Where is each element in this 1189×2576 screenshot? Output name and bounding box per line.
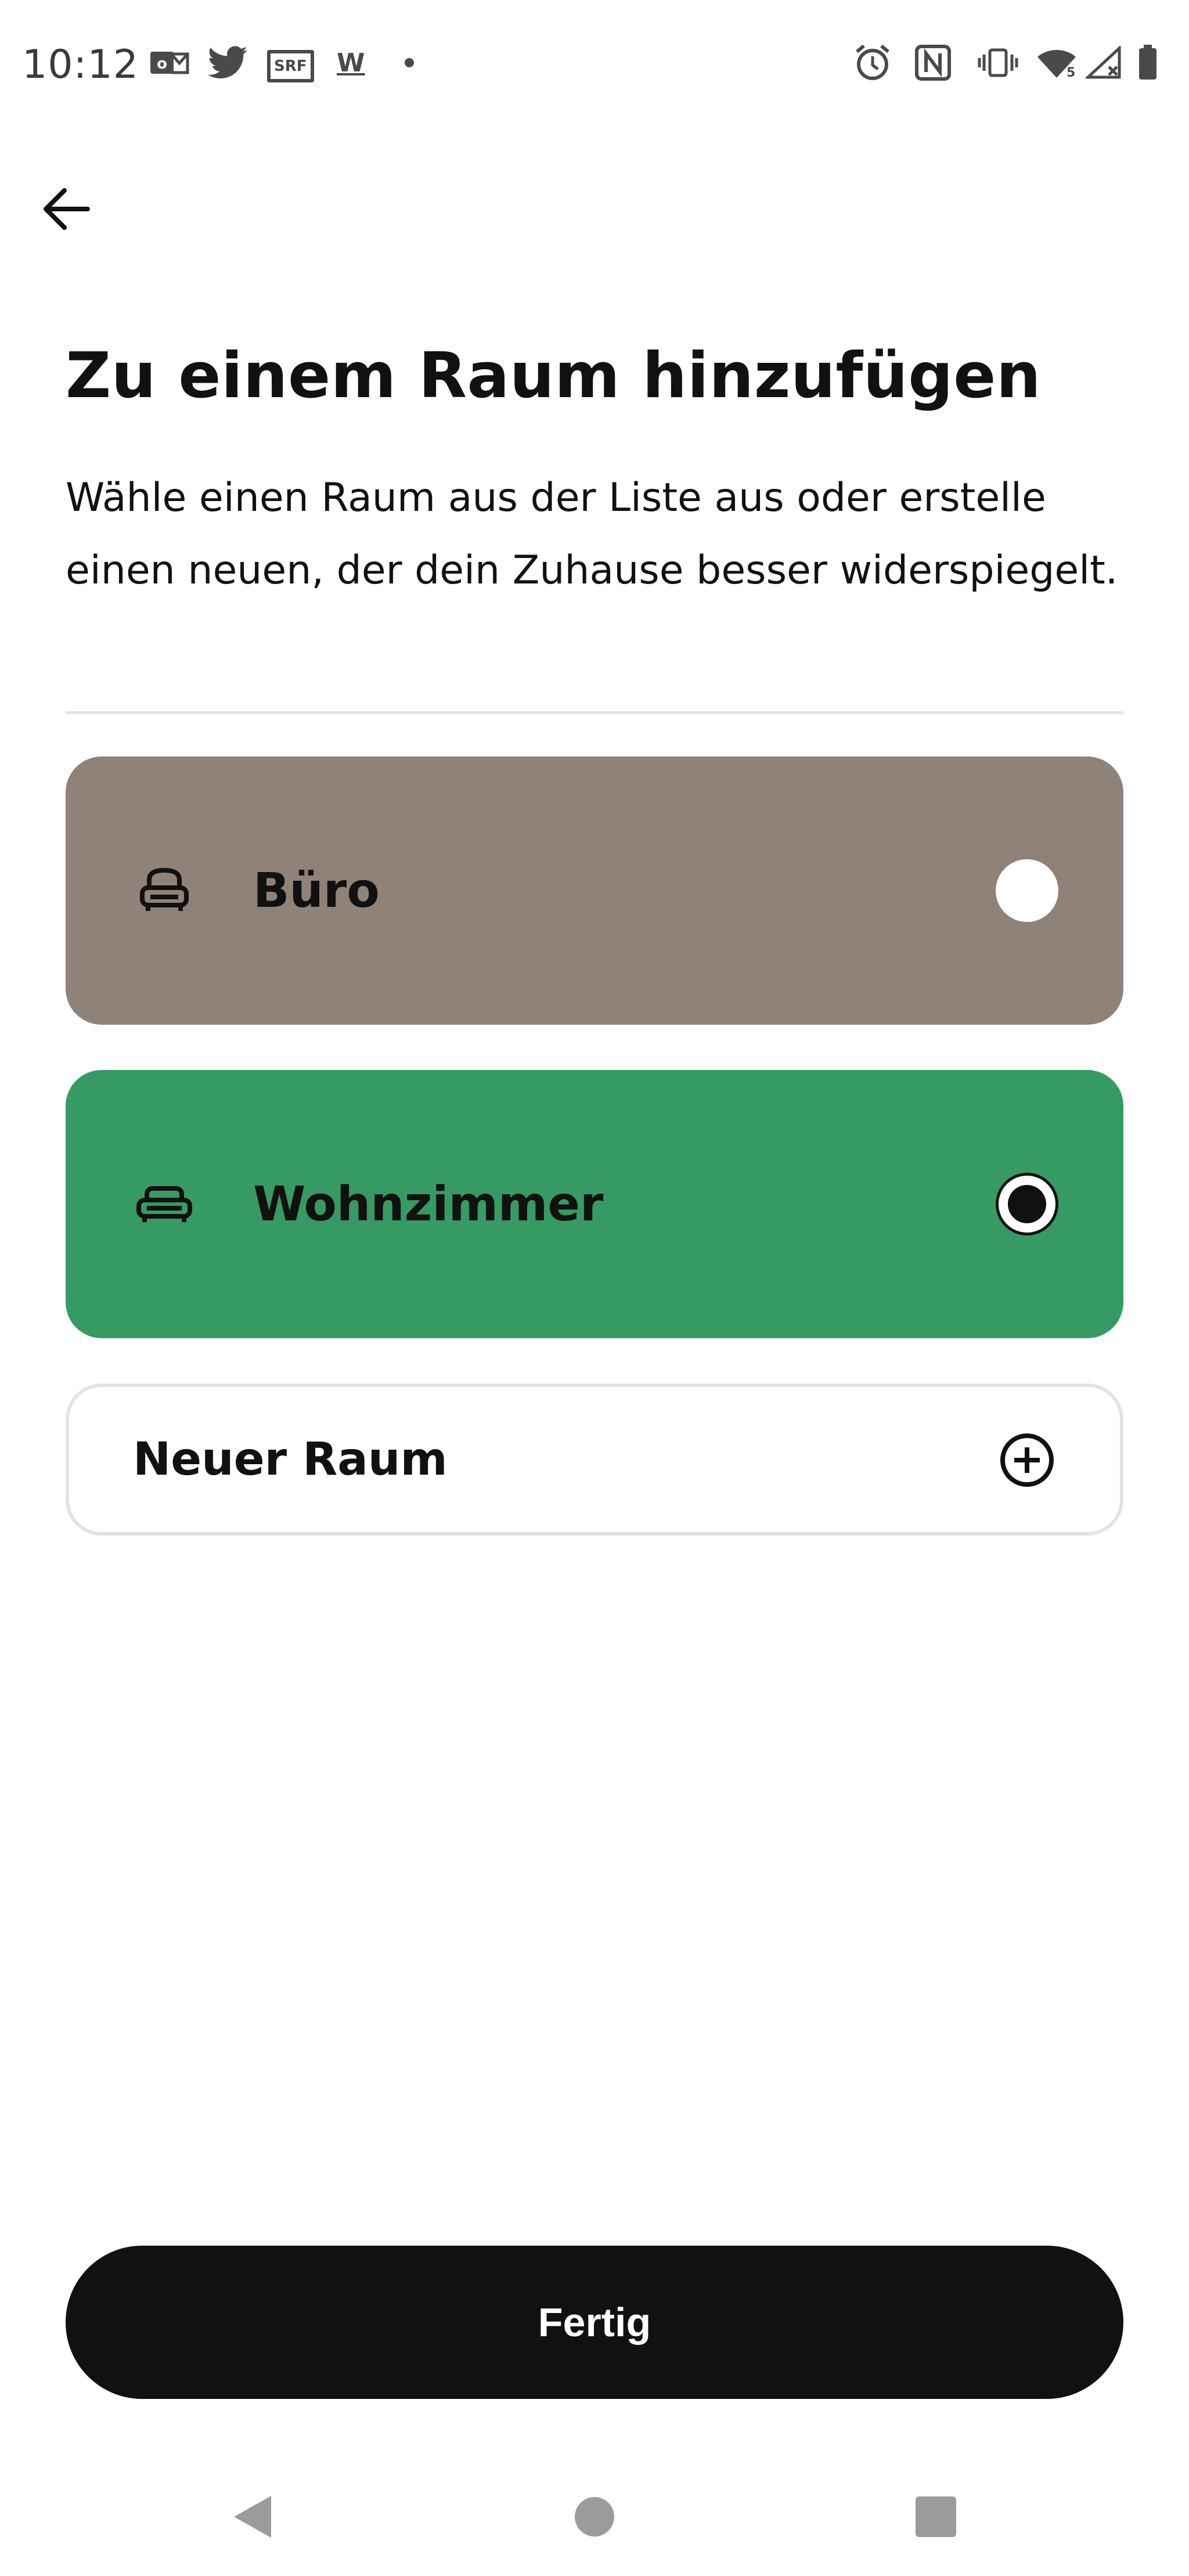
home-circle-icon[interactable]	[563, 2485, 626, 2549]
page-description: Wähle einen Raum aus der Liste aus oder …	[66, 475, 1118, 593]
room-option-wohnzimmer[interactable]: Wohnzimmer	[66, 1070, 1123, 1338]
radio-unselected[interactable]	[996, 859, 1058, 922]
status-bar: 10:12 o SRF W 5	[0, 0, 1189, 134]
sofa-icon	[136, 1186, 192, 1222]
nfc-icon	[914, 45, 952, 81]
plus-circle-icon	[1000, 1433, 1054, 1487]
room-label-buero: Büro	[253, 863, 380, 918]
armchair-icon	[140, 867, 189, 911]
svg-text:5: 5	[1067, 66, 1075, 79]
status-time: 10:12	[22, 42, 139, 88]
room-label-wohnzimmer: Wohnzimmer	[253, 1176, 604, 1232]
system-nav-bar	[0, 2456, 1189, 2576]
srf-icon: SRF	[267, 50, 314, 82]
dot-icon	[403, 45, 415, 80]
recents-square-icon[interactable]	[904, 2485, 968, 2549]
svg-text:o: o	[157, 55, 167, 73]
w-icon: W	[337, 48, 365, 78]
twitter-icon	[208, 45, 248, 80]
page-title: Zu einem Raum hinzufügen	[66, 340, 1042, 412]
radio-selected[interactable]	[996, 1173, 1058, 1235]
back-button[interactable]	[37, 180, 95, 238]
new-room-button[interactable]: Neuer Raum	[66, 1384, 1123, 1536]
radio-dot	[1008, 1185, 1046, 1223]
wifi-icon: 5	[1036, 45, 1077, 80]
alarm-icon	[853, 44, 892, 80]
new-room-label: Neuer Raum	[133, 1433, 448, 1486]
signal-icon	[1086, 45, 1123, 80]
battery-icon	[1138, 45, 1158, 80]
vibrate-icon	[977, 45, 1019, 80]
room-option-buero[interactable]: Büro	[66, 756, 1123, 1025]
done-button[interactable]: Fertig	[66, 2246, 1123, 2399]
mail-icon: o	[148, 45, 190, 80]
arrow-left-icon	[44, 188, 90, 230]
divider	[66, 711, 1123, 714]
back-triangle-icon[interactable]	[221, 2485, 284, 2549]
